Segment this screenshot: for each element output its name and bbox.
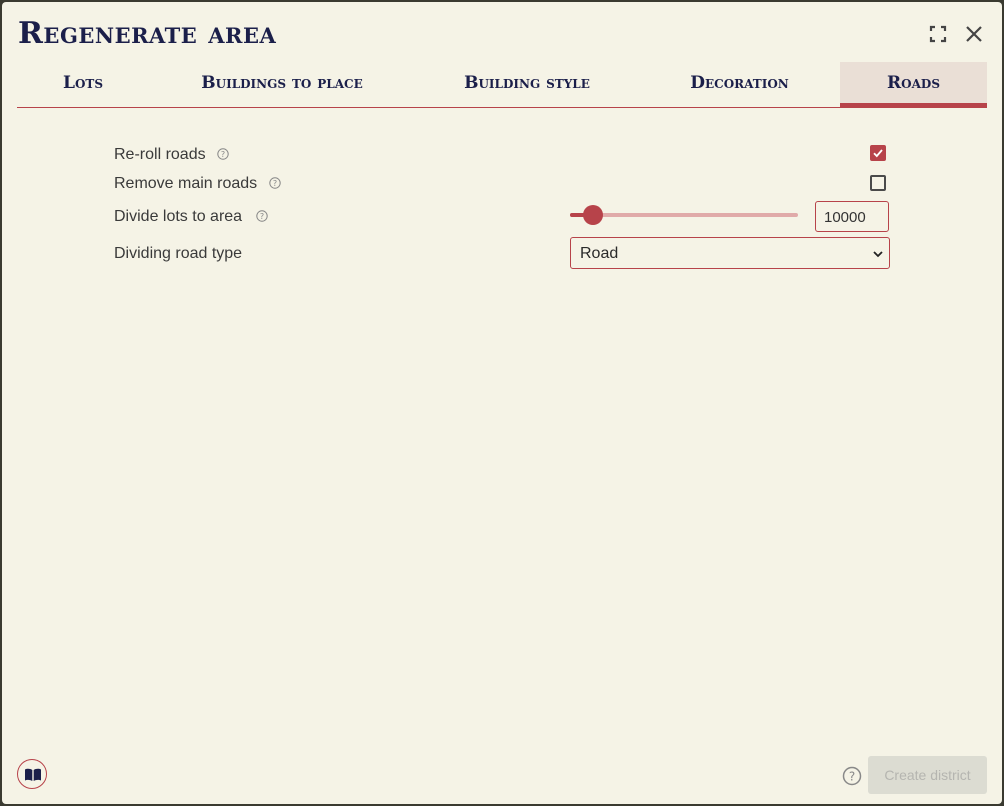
select-value: Road: [580, 245, 619, 262]
help-icon[interactable]: ?: [217, 148, 229, 160]
maximize-icon[interactable]: [926, 22, 950, 46]
close-icon[interactable]: [962, 22, 986, 46]
slider-thumb[interactable]: [582, 205, 603, 225]
tab-bar: Lots Buildings to place Building style D…: [17, 62, 987, 108]
reroll-roads-row: Re-roll roads ?: [114, 143, 229, 167]
dividing-road-type-label: Dividing road type: [114, 245, 243, 262]
regenerate-area-dialog: Regenerate area Lots Buildings to place …: [2, 2, 1002, 804]
divide-lots-value-input[interactable]: 10000: [815, 201, 889, 232]
remove-main-roads-row: Remove main roads ?: [114, 172, 281, 196]
remove-main-roads-label: Remove main roads: [114, 175, 258, 192]
svg-text:?: ?: [260, 212, 264, 221]
book-button[interactable]: [17, 759, 47, 789]
svg-text:?: ?: [221, 150, 225, 159]
dividing-road-type-row: Dividing road type: [114, 242, 242, 266]
reroll-roads-label: Re-roll roads: [114, 146, 206, 163]
svg-text:?: ?: [273, 179, 277, 188]
book-icon: [25, 768, 41, 781]
tab-buildings-to-place[interactable]: Buildings to place: [157, 62, 407, 106]
tab-roads[interactable]: Roads: [840, 62, 987, 107]
tab-decoration[interactable]: Decoration: [647, 62, 832, 106]
create-district-button[interactable]: Create district: [868, 756, 987, 794]
dividing-road-type-select[interactable]: Road: [570, 237, 890, 269]
help-icon[interactable]: ?: [256, 210, 268, 222]
divide-lots-row: Divide lots to area ?: [114, 205, 268, 229]
svg-text:?: ?: [849, 770, 855, 784]
chevron-down-icon: [873, 251, 883, 258]
help-icon[interactable]: ?: [842, 766, 862, 786]
reroll-roads-checkbox[interactable]: [870, 145, 886, 161]
tab-lots[interactable]: Lots: [17, 62, 149, 106]
dialog-title: Regenerate area: [18, 16, 277, 51]
tab-building-style[interactable]: Building style: [417, 62, 637, 106]
remove-main-roads-checkbox[interactable]: [870, 175, 886, 191]
divide-lots-slider[interactable]: [570, 205, 798, 225]
divide-lots-label: Divide lots to area: [114, 208, 243, 225]
help-icon[interactable]: ?: [269, 177, 281, 189]
